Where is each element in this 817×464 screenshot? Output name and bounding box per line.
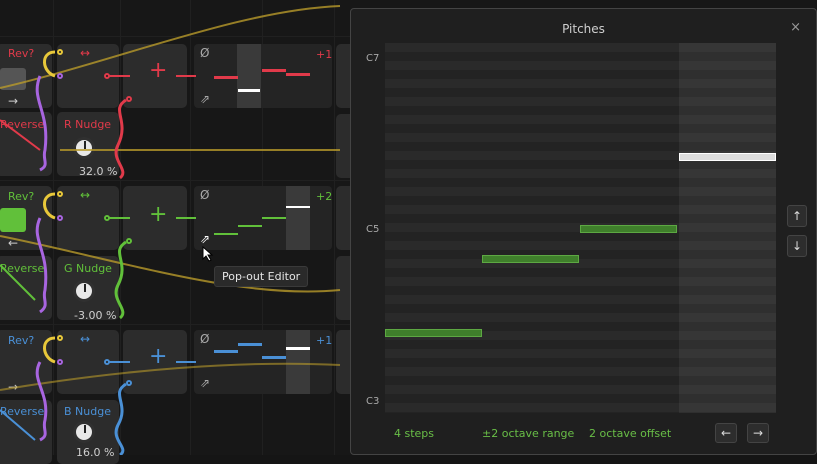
octave-label-c3: C3 bbox=[366, 396, 380, 407]
piano-roll[interactable] bbox=[385, 43, 776, 413]
output-port[interactable] bbox=[104, 215, 110, 221]
input-port[interactable] bbox=[57, 73, 63, 79]
panel-title: Pitches bbox=[562, 22, 605, 36]
shift-right-button[interactable]: → bbox=[747, 423, 769, 443]
octave-label-c5: C5 bbox=[366, 224, 380, 235]
input-port[interactable] bbox=[57, 191, 63, 197]
input-port[interactable] bbox=[57, 215, 63, 221]
scroll-up-button[interactable]: ↑ bbox=[787, 205, 807, 227]
pitch-note-active[interactable] bbox=[679, 153, 776, 161]
output-port[interactable] bbox=[126, 238, 132, 244]
pitch-note[interactable] bbox=[482, 255, 579, 263]
octave-offset: 2 octave offset bbox=[589, 427, 672, 440]
octave-label-c7: C7 bbox=[366, 53, 380, 64]
input-port[interactable] bbox=[57, 335, 63, 341]
pitch-note[interactable] bbox=[580, 225, 677, 233]
scroll-down-button[interactable]: ↓ bbox=[787, 235, 807, 257]
input-port[interactable] bbox=[57, 359, 63, 365]
close-button[interactable]: × bbox=[790, 20, 801, 35]
shift-left-button[interactable]: ← bbox=[715, 423, 737, 443]
output-port[interactable] bbox=[104, 359, 110, 365]
patch-cables bbox=[0, 5, 341, 455]
input-port[interactable] bbox=[57, 49, 63, 55]
output-port[interactable] bbox=[126, 380, 132, 386]
output-port[interactable] bbox=[104, 73, 110, 79]
pitch-note[interactable] bbox=[385, 329, 482, 337]
tooltip: Pop-out Editor bbox=[214, 266, 309, 287]
pitches-panel: Pitches × C7 C5 C3 ↑ ↓ 4 steps ±2 octave… bbox=[350, 8, 817, 455]
steps-count: 4 steps bbox=[394, 427, 435, 440]
octave-range: ±2 octave range bbox=[482, 427, 575, 440]
current-step-highlight bbox=[679, 43, 776, 413]
output-port[interactable] bbox=[126, 96, 132, 102]
mouse-cursor-icon bbox=[202, 246, 214, 262]
